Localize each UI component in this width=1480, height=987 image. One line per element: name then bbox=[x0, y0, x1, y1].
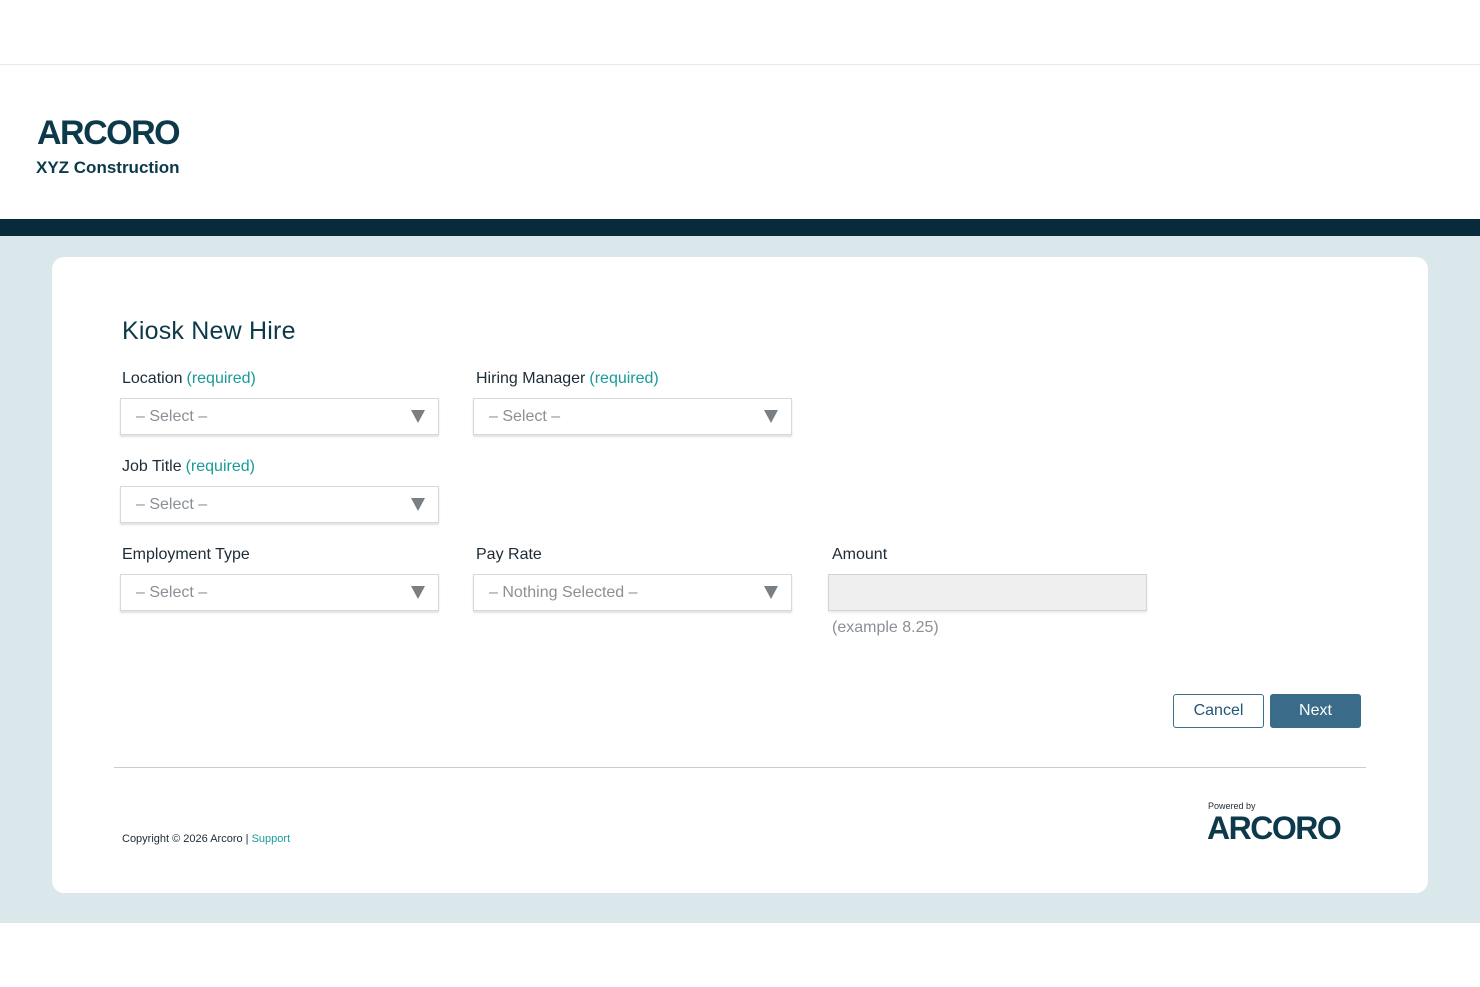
job-title-required-text: (required) bbox=[185, 458, 255, 475]
hiring-manager-select[interactable]: – Select – bbox=[473, 398, 792, 435]
support-link[interactable]: Support bbox=[252, 833, 291, 845]
company-name: XYZ Construction bbox=[36, 158, 180, 177]
employment-type-label: Employment Type bbox=[122, 546, 250, 563]
hiring-manager-label-text: Hiring Manager bbox=[476, 370, 586, 387]
job-title-label: Job Title (required) bbox=[122, 458, 255, 476]
job-title-label-text: Job Title bbox=[122, 458, 182, 475]
chevron-down-icon bbox=[764, 410, 778, 423]
footer-divider bbox=[114, 767, 1366, 768]
amount-label: Amount bbox=[832, 546, 888, 563]
hiring-manager-select-value: – Select – bbox=[489, 408, 561, 425]
location-label-text: Location bbox=[122, 370, 183, 387]
location-label: Location (required) bbox=[122, 370, 256, 388]
nav-bar bbox=[0, 219, 1480, 236]
footer-arcoro-logo: ARCORO bbox=[1207, 810, 1342, 846]
hiring-manager-required-text: (required) bbox=[589, 370, 659, 387]
app-frame: ARCORO XYZ Construction Kiosk New Hire L… bbox=[0, 64, 1480, 923]
amount-input[interactable] bbox=[828, 574, 1147, 611]
job-title-select[interactable]: – Select – bbox=[120, 486, 439, 523]
job-title-select-value: – Select – bbox=[136, 496, 208, 513]
amount-hint: (example 8.25) bbox=[832, 619, 939, 636]
top-header: ARCORO XYZ Construction bbox=[0, 65, 1480, 219]
location-select[interactable]: – Select – bbox=[120, 398, 439, 435]
arcoro-logo[interactable]: ARCORO bbox=[37, 115, 181, 151]
next-button[interactable]: Next bbox=[1270, 694, 1361, 728]
employment-type-select[interactable]: – Select – bbox=[120, 574, 439, 611]
location-select-value: – Select – bbox=[136, 408, 208, 425]
hiring-manager-label: Hiring Manager (required) bbox=[476, 370, 659, 388]
chevron-down-icon bbox=[411, 498, 425, 511]
pay-rate-label: Pay Rate bbox=[476, 546, 542, 563]
pay-rate-select[interactable]: – Nothing Selected – bbox=[473, 574, 792, 611]
page-title: Kiosk New Hire bbox=[122, 317, 296, 345]
form-card: Kiosk New Hire Location (required) – Sele… bbox=[52, 257, 1428, 893]
chevron-down-icon bbox=[411, 410, 425, 423]
copyright-text: Copyright © 2026 Arcoro | Support bbox=[122, 833, 290, 845]
pay-rate-select-value: – Nothing Selected – bbox=[489, 584, 638, 601]
chevron-down-icon bbox=[764, 586, 778, 599]
copyright-label: Copyright © 2026 Arcoro | bbox=[122, 833, 252, 845]
chevron-down-icon bbox=[411, 586, 425, 599]
employment-type-select-value: – Select – bbox=[136, 584, 208, 601]
location-required-text: (required) bbox=[186, 370, 256, 387]
cancel-button[interactable]: Cancel bbox=[1173, 694, 1264, 728]
